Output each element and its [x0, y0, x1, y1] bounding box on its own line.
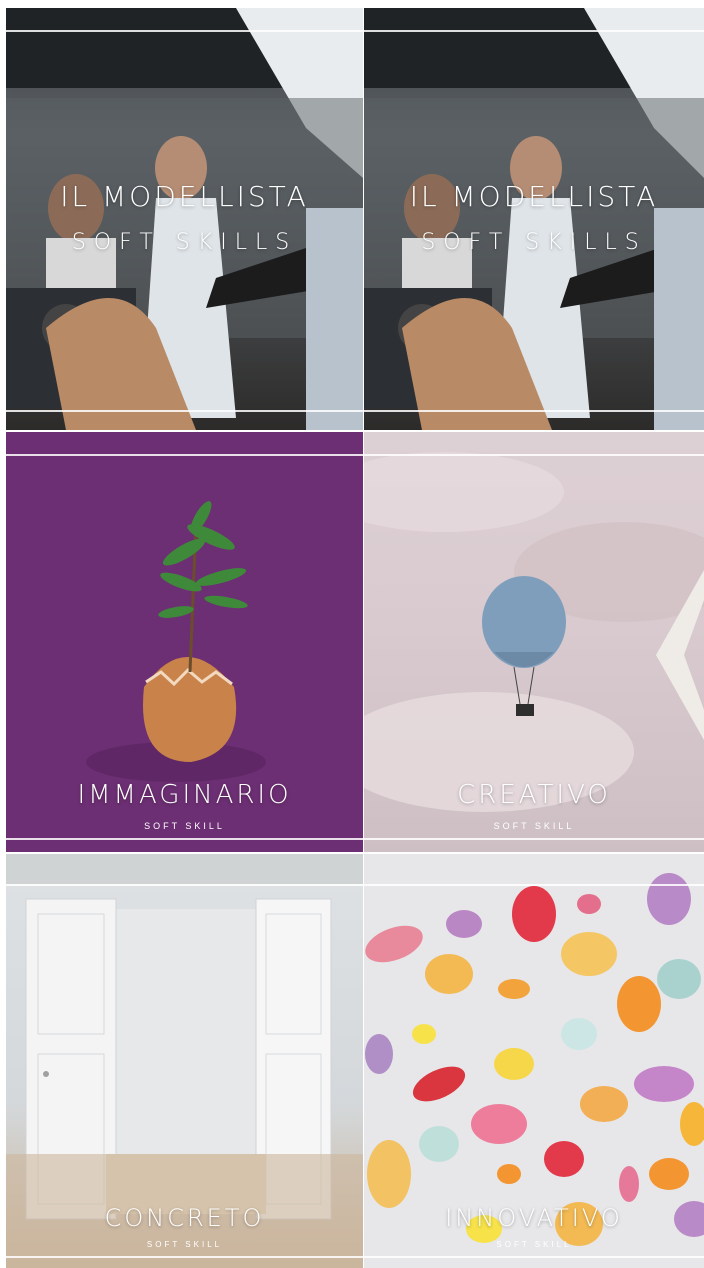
tile-subtitle: SOFT SKILL [144, 821, 225, 831]
photo-studio-image [364, 8, 704, 430]
frame-line-bottom [364, 410, 704, 412]
tile-subtitle: SOFT SKILL [493, 821, 575, 831]
tile-title: IMMAGINARIO [77, 780, 292, 810]
tile-innovativo[interactable]: INNOVATIVO SOFT SKILL [364, 854, 704, 1268]
tile-title: IL MODELLISTA [60, 180, 309, 213]
frame-line-bottom [6, 410, 363, 412]
photo-studio-image [6, 8, 363, 430]
frame-line-top [364, 454, 704, 456]
frame-line-bottom [364, 1256, 704, 1258]
tile-il-modellista-1[interactable]: IL MODELLISTA SOFT SKILLS [6, 8, 363, 430]
tile-concreto[interactable]: CONCRETO SOFT SKILL [6, 854, 363, 1268]
frame-line-top [6, 454, 363, 456]
image-grid: IL MODELLISTA SOFT SKILLS IL MODELLISTA … [6, 8, 704, 1268]
tile-creativo[interactable]: CREATIVO SOFT SKILL [364, 432, 704, 852]
tile-title: INNOVATIVO [445, 1204, 623, 1232]
tile-il-modellista-2[interactable]: IL MODELLISTA SOFT SKILLS [364, 8, 704, 430]
tile-immaginario[interactable]: IMMAGINARIO SOFT SKILL [6, 432, 363, 852]
tile-title: CONCRETO [104, 1204, 265, 1232]
tile-title: IL MODELLISTA [409, 180, 659, 213]
frame-line-top [6, 884, 363, 886]
frame-line-top [364, 30, 704, 32]
frame-line-bottom [6, 1256, 363, 1258]
frame-line-top [6, 30, 363, 32]
tile-title: CREATIVO [457, 780, 611, 810]
tile-subtitle: SOFT SKILLS [71, 230, 298, 255]
tile-subtitle: SOFT SKILL [146, 1240, 223, 1249]
frame-line-top [364, 884, 704, 886]
tile-subtitle: SOFT SKILL [496, 1240, 572, 1249]
frame-line-bottom [6, 838, 363, 840]
frame-line-bottom [364, 838, 704, 840]
chevron-left-icon[interactable] [656, 570, 704, 740]
tile-subtitle: SOFT SKILLS [421, 230, 647, 255]
